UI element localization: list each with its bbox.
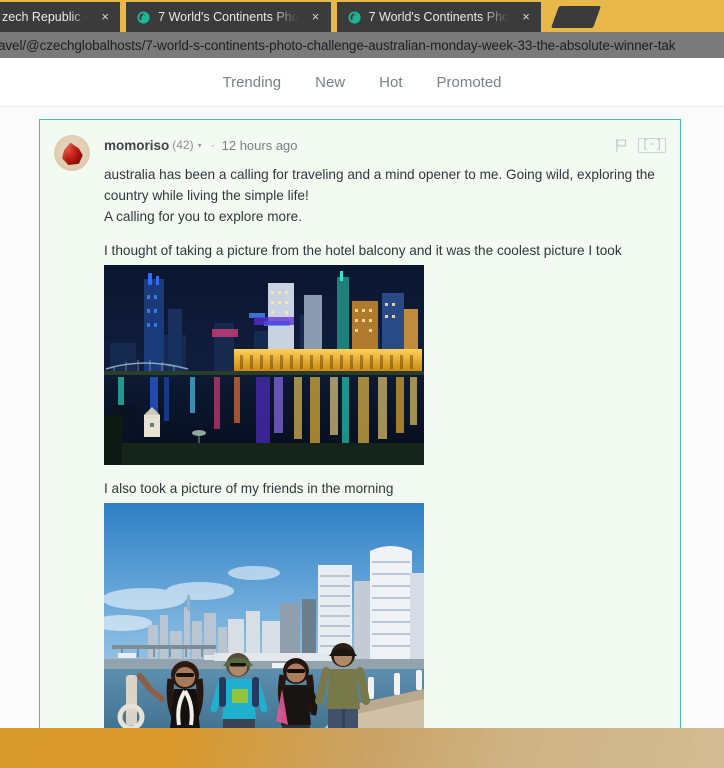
browser-tab-3-title: 7 World's Continents Pho [368, 10, 510, 24]
author-name[interactable]: momoriso [104, 138, 169, 153]
steem-logo-icon [137, 10, 150, 24]
collapse-toggle[interactable]: [-] [638, 137, 666, 153]
browser-tab-3[interactable]: 7 World's Continents Pho × [336, 2, 542, 32]
friends-harbour-image[interactable] [104, 503, 424, 728]
page-viewport: Trending New Hot Promoted momoriso (42) … [0, 58, 724, 728]
figure-2[interactable] [104, 503, 666, 728]
comment-paragraph-2: A calling for you to explore more. [104, 209, 302, 224]
browser-tab-1-title: zech Republic - [2, 10, 89, 24]
nav-item-trending[interactable]: Trending [220, 70, 283, 95]
steem-logo-icon [348, 10, 361, 24]
comment-body: australia has been a calling for traveli… [104, 164, 666, 728]
nav-item-promoted[interactable]: Promoted [434, 70, 503, 95]
figure-1[interactable] [104, 265, 666, 465]
browser-window: zech Republic - × 7 World's Continents P… [0, 0, 724, 728]
site-navigation: Trending New Hot Promoted [0, 58, 724, 107]
comment-main: momoriso (42) ▾ · 12 hours ago [-] austr… [104, 133, 666, 728]
new-tab-button[interactable] [551, 6, 602, 28]
avatar-gem-image [60, 141, 84, 167]
header-separator: · [210, 138, 215, 152]
comment-paragraph-1: australia has been a calling for traveli… [104, 167, 655, 203]
nav-item-new[interactable]: New [313, 70, 347, 95]
night-cityscape-image[interactable] [104, 265, 424, 465]
nav-item-hot[interactable]: Hot [377, 70, 404, 95]
address-bar-url[interactable]: avel/@czechglobalhosts/7-world-s-contine… [0, 38, 676, 53]
timestamp[interactable]: 12 hours ago [222, 138, 298, 153]
browser-address-bar[interactable]: avel/@czechglobalhosts/7-world-s-contine… [0, 32, 724, 58]
browser-tab-2-title: 7 World's Continents Pho [158, 10, 299, 24]
page-content: momoriso (42) ▾ · 12 hours ago [-] austr… [0, 107, 724, 728]
avatar[interactable] [54, 135, 90, 171]
comment-card: momoriso (42) ▾ · 12 hours ago [-] austr… [39, 119, 681, 728]
chevron-down-icon[interactable]: ▾ [198, 141, 202, 150]
author-reputation: (42) [172, 138, 194, 152]
browser-tab-2[interactable]: 7 World's Continents Pho × [126, 2, 331, 32]
comment-header: momoriso (42) ▾ · 12 hours ago [-] [104, 135, 666, 155]
figure-caption-2: I also took a picture of my friends in t… [104, 481, 394, 496]
browser-tab-strip: zech Republic - × 7 World's Continents P… [0, 0, 724, 32]
browser-tab-2-close-icon[interactable]: × [307, 8, 325, 26]
flag-icon[interactable] [614, 138, 629, 153]
browser-tab-3-close-icon[interactable]: × [517, 8, 535, 26]
browser-tab-1[interactable]: zech Republic - × [0, 2, 121, 32]
browser-tab-1-close-icon[interactable]: × [96, 8, 114, 26]
figure-caption-1: I thought of taking a picture from the h… [104, 243, 622, 258]
